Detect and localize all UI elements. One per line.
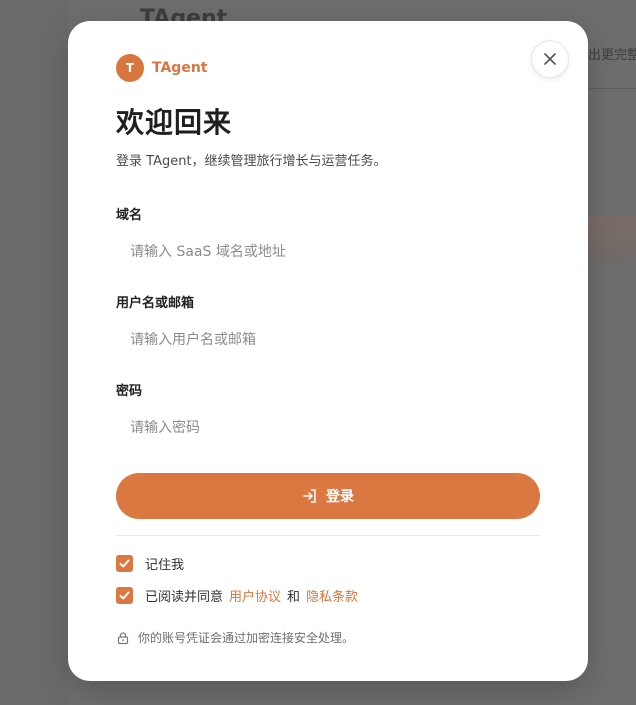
remember-me-label: 记住我 [145,558,185,573]
remember-me-checkbox[interactable] [116,555,133,572]
background-panel [0,0,68,705]
lock-icon [117,631,129,644]
domain-input[interactable] [116,232,540,272]
close-icon [544,53,556,65]
username-input[interactable] [116,320,540,360]
agreement-and: 和 [287,590,301,605]
login-button[interactable]: 登录 [116,473,540,519]
login-icon [303,489,316,503]
checkmark-icon [119,591,130,600]
password-label: 密码 [116,384,143,399]
agreement-checkbox[interactable] [116,587,133,604]
agreement-text: 已阅读并同意 用户协议 和 隐私条款 [145,586,358,605]
brand: T TAgent [116,54,207,82]
password-input[interactable] [116,408,540,448]
page-subtitle: 登录 TAgent，继续管理旅行增长与运营任务。 [116,154,387,169]
username-label: 用户名或邮箱 [116,296,195,311]
page-backdrop: TAgent 出更完整 T TAgent 欢迎回来 登录 TAgent，继续管理… [0,0,636,705]
page-title: 欢迎回来 [116,106,233,139]
brand-logo: T [116,54,144,82]
login-button-label: 登录 [326,488,354,504]
background-side-text: 出更完整 [588,48,636,63]
background-band [588,216,636,264]
login-modal: T TAgent 欢迎回来 登录 TAgent，继续管理旅行增长与运营任务。 域… [68,21,588,681]
user-agreement-link[interactable]: 用户协议 [229,586,281,605]
divider [116,535,540,536]
privacy-policy-link[interactable]: 隐私条款 [306,586,358,605]
agreement-prefix: 已阅读并同意 [145,590,224,605]
close-button[interactable] [531,40,569,78]
security-note-text: 你的账号凭证会通过加密连接安全处理。 [138,631,355,645]
domain-label: 域名 [116,208,143,223]
background-divider [588,88,636,89]
remember-me-row: 记住我 [116,554,184,573]
security-note: 你的账号凭证会通过加密连接安全处理。 [116,629,354,646]
checkmark-icon [119,559,130,568]
agreement-row: 已阅读并同意 用户协议 和 隐私条款 [116,586,358,605]
brand-name: TAgent [152,60,208,76]
